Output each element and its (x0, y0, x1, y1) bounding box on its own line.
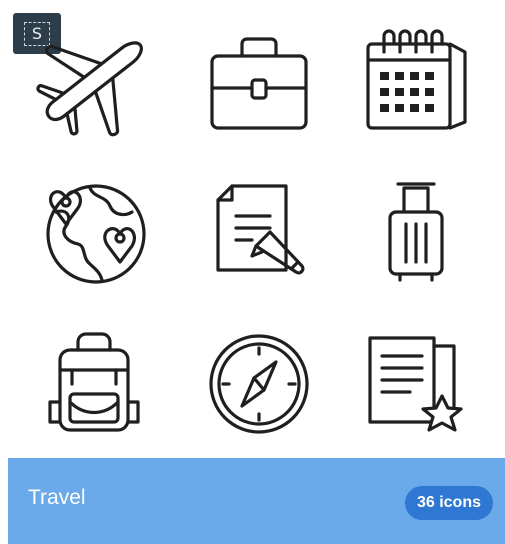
icon-pack-card[interactable]: S Travel 36 icons (0, 0, 505, 544)
calendar-icon (350, 22, 480, 142)
pack-footer: Travel 36 icons (8, 458, 505, 544)
airplane-icon (28, 22, 158, 142)
book-star-icon (350, 322, 480, 442)
compass-icon (194, 322, 324, 442)
document-pen-icon (194, 172, 324, 292)
globe-pins-icon (28, 172, 158, 292)
pack-title: Travel (28, 486, 86, 509)
luggage-icon (350, 172, 480, 292)
briefcase-icon (194, 22, 324, 142)
backpack-icon (28, 322, 158, 442)
icon-count-badge[interactable]: 36 icons (404, 486, 493, 520)
